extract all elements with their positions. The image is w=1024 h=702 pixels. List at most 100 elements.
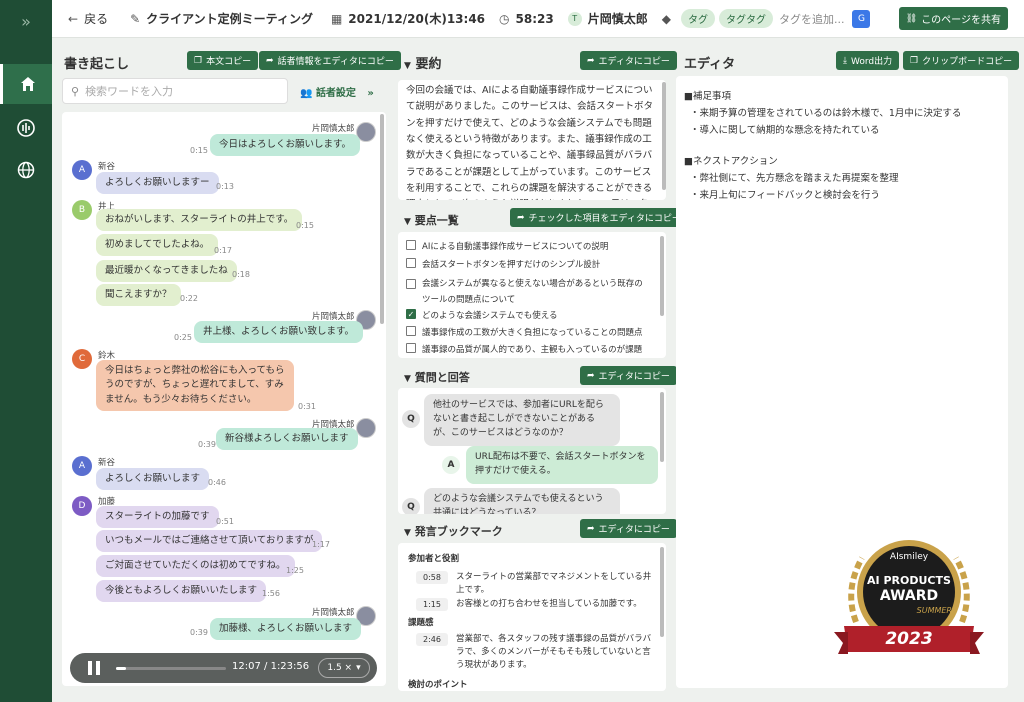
question-bubble[interactable]: 他社のサービスでは、参加者にURLを配らないと書き起こしができないことがあるが、… — [424, 394, 620, 446]
tag-chip[interactable]: タグ — [680, 9, 715, 28]
summary-scrollbar[interactable] — [662, 82, 666, 190]
message-bubble[interactable]: ご対面させていただくのは初めてですね。 — [96, 555, 295, 578]
copy-speaker-label: 話者情報をエディタにコピー — [277, 57, 394, 67]
checkbox[interactable] — [406, 343, 416, 353]
tag-add-input[interactable]: タグを追加... — [779, 11, 845, 27]
speaker-settings-button[interactable]: 👥 話者設定 » — [300, 84, 374, 99]
bookmark-row[interactable]: 1:15 お客様との打ち合わせを担当している加藤です。 — [416, 598, 652, 611]
caret-down-icon[interactable]: ▼ — [404, 61, 411, 71]
message-time: 0:25 — [174, 333, 192, 342]
qa-copy-button[interactable]: ➦ エディタにコピー — [580, 366, 677, 385]
speaker-name: 片岡慎太郎 — [312, 124, 355, 134]
summary-copy-button[interactable]: ➦ エディタにコピー — [580, 51, 677, 70]
back-button[interactable]: ← 戻る — [68, 10, 108, 27]
keypoints-copy-button[interactable]: ➦ チェックした項目をエディタにコピー — [510, 208, 688, 227]
share-arrow-icon: ➦ — [587, 370, 595, 381]
message-bubble[interactable]: 初めましてでしたよね。 — [96, 234, 219, 257]
editor-heading: ■補足事項 — [684, 91, 731, 102]
playback-speed-select[interactable]: 1.5 × ▾ — [318, 658, 370, 678]
keypoint-text: AIによる自動議事録作成サービスについての説明 — [422, 242, 609, 252]
transcript-scrollbar[interactable] — [380, 114, 384, 324]
qa-scrollbar[interactable] — [660, 392, 664, 462]
word-export-label: Word出力 — [850, 57, 893, 67]
keypoints-scrollbar[interactable] — [660, 236, 664, 316]
keypoints-title-label: 要点一覧 — [414, 214, 459, 227]
share-page-button[interactable]: ⛓ このページを共有 — [898, 7, 1008, 30]
transcript-title: 書き起こし — [64, 57, 130, 72]
translate-icon[interactable]: G — [852, 9, 871, 28]
checkbox[interactable] — [406, 326, 416, 336]
clipboard-copy-button[interactable]: ❐ クリップボードコピー — [903, 51, 1020, 70]
pen-icon: ✎ — [130, 11, 141, 26]
message-bubble[interactable]: 井上様、よろしくお願い致します。 — [194, 321, 364, 344]
message-time: 0:13 — [216, 182, 234, 191]
list-item[interactable]: 会話スタートボタンを押すだけのシンプル設計 — [406, 258, 600, 270]
bookmarks-copy-button[interactable]: ➦ エディタにコピー — [580, 519, 677, 538]
bookmark-row[interactable]: 0:58 スターライトの営業部でマネジメントをしている井上です。 — [416, 571, 652, 597]
message-bubble[interactable]: 加藤様、よろしくお願いします — [210, 618, 362, 641]
message-bubble[interactable]: 今日はちょっと弊社の松谷にも入ってもらうのですが、ちょっと遅れてまして、すみませ… — [96, 360, 294, 411]
bookmark-text: お客様との打ち合わせを担当している加藤です。 — [456, 599, 642, 609]
list-item[interactable]: 議事録の品質が属人的であり、主観も入っているのが課題 — [406, 343, 642, 355]
tag-chip[interactable]: タグタグ — [718, 9, 773, 28]
copy-speaker-button[interactable]: ➦ 話者情報をエディタにコピー — [259, 51, 401, 70]
collapse-icon[interactable]: » — [0, 4, 52, 38]
bookmark-time[interactable]: 1:15 — [416, 598, 448, 611]
caret-down-icon[interactable]: ▼ — [404, 528, 411, 538]
avatar: A — [72, 160, 92, 180]
search-input[interactable]: ⚲ 検索ワードを入力 — [62, 78, 288, 104]
message-time: 0:18 — [232, 270, 250, 279]
message-bubble[interactable]: スターライトの加藤です — [96, 506, 219, 529]
calendar-icon: ▦ — [330, 11, 343, 26]
top-bar: ← 戻る ✎ クライアント定例ミーティング ▦ 2021/12/20(木)13:… — [52, 0, 1024, 38]
waveform-icon[interactable] — [0, 108, 52, 148]
bookmark-row[interactable]: 2:46 営業部で、各スタッフの残す議事録の品質がバラバラで、多くのメンバーがそも… — [416, 633, 652, 673]
pause-icon[interactable] — [88, 661, 100, 675]
caret-down-icon[interactable]: ▼ — [404, 374, 411, 384]
editor-bullet-text: 導入に関して納期的な懸念を持たれている — [699, 125, 880, 136]
message-bubble[interactable]: 今後ともよろしくお願いいたします — [96, 580, 267, 603]
bookmark-heading: 検討のポイント — [408, 680, 468, 690]
bookmark-time[interactable]: 0:58 — [416, 571, 448, 584]
audio-player: 12:07 / 1:23:56 1.5 × ▾ — [70, 653, 377, 683]
clock-icon: ◷ — [499, 11, 510, 26]
message-bubble[interactable]: 今日はよろしくお願いします。 — [210, 134, 361, 157]
seek-progress — [116, 667, 126, 670]
list-item[interactable]: 議事録作成の工数が大きく負担になっていることの問題点 — [406, 326, 643, 338]
transcript-list: 片岡慎太郎 今日はよろしくお願いします。 0:15 A 新谷 よろしくお願いしま… — [62, 112, 386, 686]
caret-down-icon[interactable]: ▼ — [404, 217, 411, 227]
share-arrow-icon: ➦ — [587, 55, 595, 66]
message-bubble[interactable]: 聞こえますか？ — [96, 284, 181, 307]
checkbox-checked[interactable]: ✓ — [406, 309, 416, 319]
home-icon[interactable] — [0, 64, 52, 104]
checkbox[interactable] — [406, 258, 416, 268]
avatar: C — [72, 349, 92, 369]
qa-title-label: 質問と回答 — [414, 371, 470, 384]
message-bubble[interactable]: よろしくお願いします — [96, 468, 210, 491]
message-bubble[interactable]: おねがいします、スターライトの井上です。 — [96, 209, 303, 232]
clipboard-copy-label: クリップボードコピー — [922, 57, 1013, 67]
editor-bullet: ・導入に関して納期的な懸念を持たれている — [690, 125, 880, 136]
checkbox[interactable] — [406, 240, 416, 250]
bookmarks-scrollbar[interactable] — [660, 547, 664, 637]
message-bubble[interactable]: よろしくお願いしますー — [96, 172, 219, 195]
tag-icon: ◆ — [661, 11, 671, 26]
message-bubble[interactable]: 新谷様よろしくお願いします — [216, 428, 358, 451]
message-bubble[interactable]: 最近暖かくなってきましたね — [96, 260, 237, 283]
list-item[interactable]: AIによる自動議事録作成サービスについての説明 — [406, 240, 608, 252]
globe-icon[interactable] — [0, 150, 52, 190]
copy-body-button[interactable]: ❐ 本文コピー — [187, 51, 259, 70]
seek-bar[interactable] — [116, 667, 226, 670]
meeting-title[interactable]: クライアント定例ミーティング — [146, 10, 313, 27]
list-item[interactable]: 会議システムが異なると使えない場合があるという既存のツールの問題点について — [406, 276, 650, 308]
editor-bullet: ・来月上旬にフィードバックと検討会を行う — [690, 190, 880, 201]
message-bubble[interactable]: いつもメールではご連絡させて頂いておりますが — [96, 530, 323, 553]
bookmark-time[interactable]: 2:46 — [416, 633, 448, 646]
answer-bubble[interactable]: URL配布は不要で、会話スタートボタンを押すだけで使える。 — [466, 446, 658, 484]
keypoint-text: 議事録の品質が属人的であり、主観も入っているのが課題 — [422, 345, 643, 355]
word-export-button[interactable]: ⤓ Word出力 — [836, 51, 900, 70]
list-item[interactable]: ✓ どのような会議システムでも使える — [406, 309, 558, 321]
question-bubble[interactable]: どのような会議システムでも使えるという 共通にはどうなっている？ — [424, 488, 620, 514]
qa-title: ▼ 質問と回答 — [404, 369, 470, 385]
checkbox[interactable] — [406, 279, 416, 289]
